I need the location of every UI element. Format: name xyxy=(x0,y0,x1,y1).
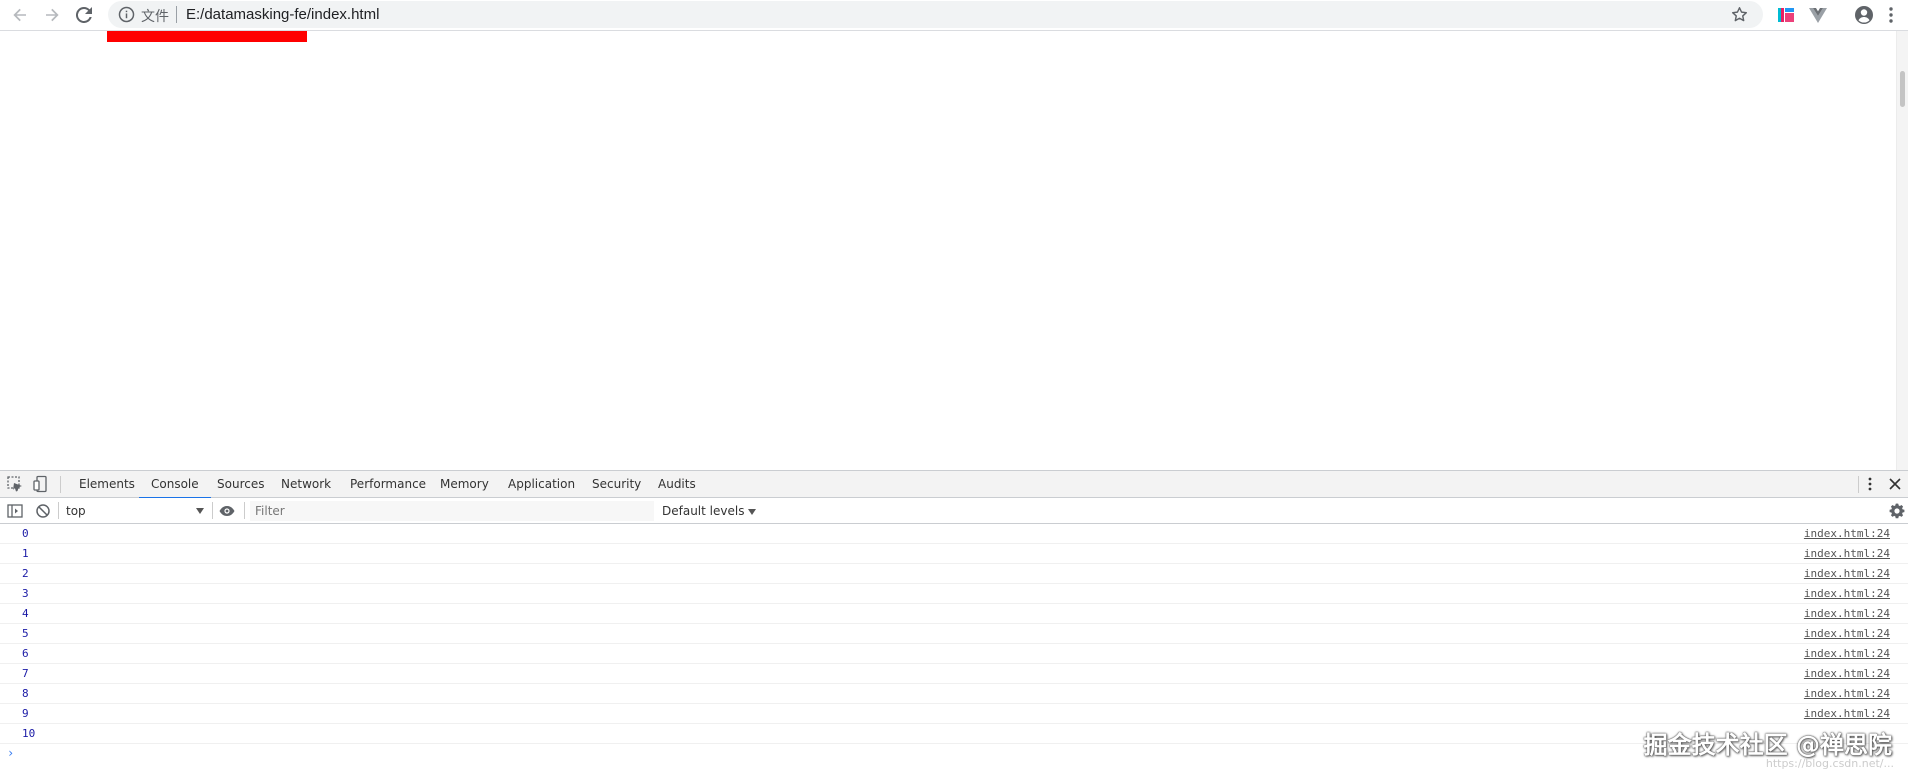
star-icon[interactable] xyxy=(1730,5,1749,24)
log-row: 0 index.html:24 xyxy=(0,524,1908,544)
vue-devtools-icon[interactable] xyxy=(1807,4,1829,26)
more-vertical-icon[interactable] xyxy=(1862,475,1878,493)
log-row: 9 index.html:24 xyxy=(0,704,1908,724)
vue-logo-icon xyxy=(1809,8,1827,23)
info-icon[interactable] xyxy=(118,6,135,23)
filter-input[interactable] xyxy=(252,502,654,520)
gear-icon[interactable] xyxy=(1888,502,1906,520)
forward-button[interactable] xyxy=(40,3,64,27)
url-text[interactable]: E:/datamasking-fe/index.html xyxy=(186,6,379,23)
tab-network[interactable]: Network xyxy=(279,471,333,498)
url-scheme-label: 文件 xyxy=(141,9,169,25)
arrow-right-icon xyxy=(46,8,59,22)
log-message: 7 xyxy=(22,667,29,680)
log-message: 1 xyxy=(22,547,29,560)
log-row: 3 index.html:24 xyxy=(0,584,1908,604)
eye-icon[interactable] xyxy=(218,502,236,520)
log-source-link[interactable]: index.html:24 xyxy=(1804,667,1890,680)
reload-button[interactable] xyxy=(72,3,96,27)
log-source-link[interactable]: index.html:24 xyxy=(1804,707,1890,720)
watermark-url: https://blog.csdn.net/... xyxy=(1765,757,1894,770)
levels-label: Default levels xyxy=(662,504,745,518)
prompt-caret: › xyxy=(7,746,15,760)
arrow-left-icon xyxy=(13,8,26,22)
back-button[interactable] xyxy=(8,3,32,27)
divider xyxy=(244,502,245,519)
close-icon[interactable] xyxy=(1886,475,1904,493)
log-message: 5 xyxy=(22,627,29,640)
clear-console-icon[interactable] xyxy=(34,502,52,520)
account-circle-icon xyxy=(1855,6,1873,24)
profile-button[interactable] xyxy=(1853,4,1875,26)
sidebar-toggle-icon[interactable] xyxy=(6,502,24,520)
log-message: 4 xyxy=(22,607,29,620)
address-bar[interactable]: 文件 E:/datamasking-fe/index.html xyxy=(108,1,1763,28)
context-value: top xyxy=(66,504,86,518)
divider xyxy=(1858,476,1859,493)
log-message: 6 xyxy=(22,647,29,660)
log-source-link[interactable]: index.html:24 xyxy=(1804,567,1890,580)
log-message: 10 xyxy=(22,727,36,740)
levels-dropdown[interactable]: Default levels xyxy=(662,502,757,520)
page-scrollbar[interactable] xyxy=(1896,31,1908,470)
divider xyxy=(58,502,59,519)
log-row: 2 index.html:24 xyxy=(0,564,1908,584)
log-row: 7 index.html:24 xyxy=(0,664,1908,684)
tab-console[interactable]: Console xyxy=(139,471,211,499)
log-source-link[interactable]: index.html:24 xyxy=(1804,547,1890,560)
log-source-link[interactable]: index.html:24 xyxy=(1804,607,1890,620)
tab-memory[interactable]: Memory xyxy=(438,471,491,498)
console-log[interactable]: 0 index.html:24 1 index.html:24 2 index.… xyxy=(0,524,1908,777)
tab-application[interactable]: Application xyxy=(506,471,577,498)
log-source-link[interactable]: index.html:24 xyxy=(1804,627,1890,640)
tab-audits[interactable]: Audits xyxy=(656,471,698,498)
tab-sources[interactable]: Sources xyxy=(215,471,266,498)
extension-logo-icon xyxy=(1778,8,1794,22)
log-source-link[interactable]: index.html:24 xyxy=(1804,527,1890,540)
log-message: 0 xyxy=(22,527,29,540)
tab-security[interactable]: Security xyxy=(590,471,643,498)
device-toolbar-icon[interactable] xyxy=(32,475,50,493)
console-prompt[interactable]: › xyxy=(0,744,1908,764)
log-message: 8 xyxy=(22,687,29,700)
browser-menu-button[interactable] xyxy=(1884,4,1898,26)
tab-elements[interactable]: Elements xyxy=(77,471,137,498)
divider xyxy=(212,502,213,519)
log-message: 3 xyxy=(22,587,29,600)
page-scrollbar-thumb[interactable] xyxy=(1900,71,1905,107)
log-message: 2 xyxy=(22,567,29,580)
log-source-link[interactable]: index.html:24 xyxy=(1804,587,1890,600)
red-block xyxy=(107,31,307,42)
log-source-link[interactable]: index.html:24 xyxy=(1804,687,1890,700)
log-row: 10 xyxy=(0,724,1908,744)
divider xyxy=(176,6,177,23)
page-viewport xyxy=(0,31,1908,470)
divider xyxy=(60,476,61,493)
log-row: 5 index.html:24 xyxy=(0,624,1908,644)
chevron-down-icon xyxy=(196,508,204,514)
log-row: 1 index.html:24 xyxy=(0,544,1908,564)
log-row: 8 index.html:24 xyxy=(0,684,1908,704)
tab-performance[interactable]: Performance xyxy=(348,471,428,498)
reload-icon xyxy=(76,7,92,23)
log-source-link[interactable]: index.html:24 xyxy=(1804,647,1890,660)
log-row: 4 index.html:24 xyxy=(0,604,1908,624)
browser-toolbar: 文件 E:/datamasking-fe/index.html xyxy=(0,0,1908,31)
extension-icon[interactable] xyxy=(1775,4,1797,26)
watermark: 掘金技术社区 @禅思院 xyxy=(1643,731,1892,759)
log-row: 6 index.html:24 xyxy=(0,644,1908,664)
console-toolbar: top Default levels xyxy=(0,498,1908,524)
context-select[interactable]: top xyxy=(66,502,204,520)
devtools-tab-bar: Elements Console Sources Network Perform… xyxy=(0,471,1908,499)
devtools-panel: Elements Console Sources Network Perform… xyxy=(0,470,1908,777)
inspect-element-icon[interactable] xyxy=(6,475,24,493)
more-vertical-icon xyxy=(1889,7,1893,23)
chevron-down-icon xyxy=(748,508,757,515)
log-message: 9 xyxy=(22,707,29,720)
